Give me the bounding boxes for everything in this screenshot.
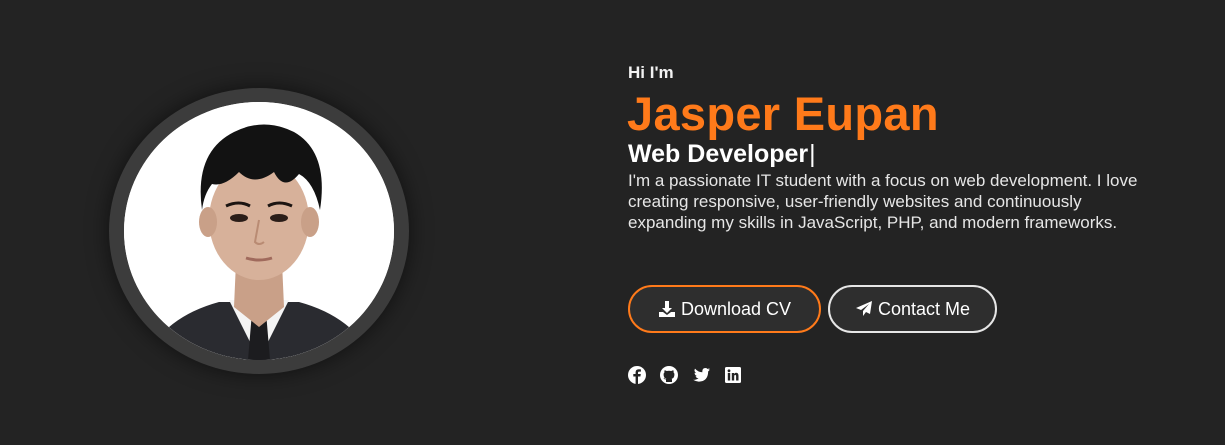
contact-me-button[interactable]: Contact Me (828, 285, 997, 333)
download-icon (658, 300, 676, 318)
facebook-icon[interactable] (628, 366, 646, 384)
download-cv-label: Download CV (680, 298, 792, 319)
download-cv-button[interactable]: Download CV (628, 285, 821, 333)
typing-cursor: | (809, 140, 816, 168)
github-icon[interactable] (660, 366, 678, 384)
hero-section: Hi I'm Jasper Eupan Web Developer| I'm a… (0, 0, 1225, 445)
paper-plane-icon (855, 300, 873, 318)
role-heading: Web Developer| (628, 140, 816, 169)
bio-paragraph: I'm a passionate IT student with a focus… (628, 171, 1138, 232)
social-links (628, 366, 742, 384)
name-heading: Jasper Eupan (627, 87, 939, 140)
greeting-text: Hi I'm (628, 63, 674, 82)
profile-picture-frame (109, 88, 409, 374)
contact-me-label: Contact Me (877, 298, 971, 319)
portrait-illustration (124, 102, 394, 360)
profile-photo (124, 102, 394, 360)
role-text: Web Developer (628, 140, 809, 168)
twitter-icon[interactable] (692, 366, 710, 384)
linkedin-icon[interactable] (724, 366, 742, 384)
